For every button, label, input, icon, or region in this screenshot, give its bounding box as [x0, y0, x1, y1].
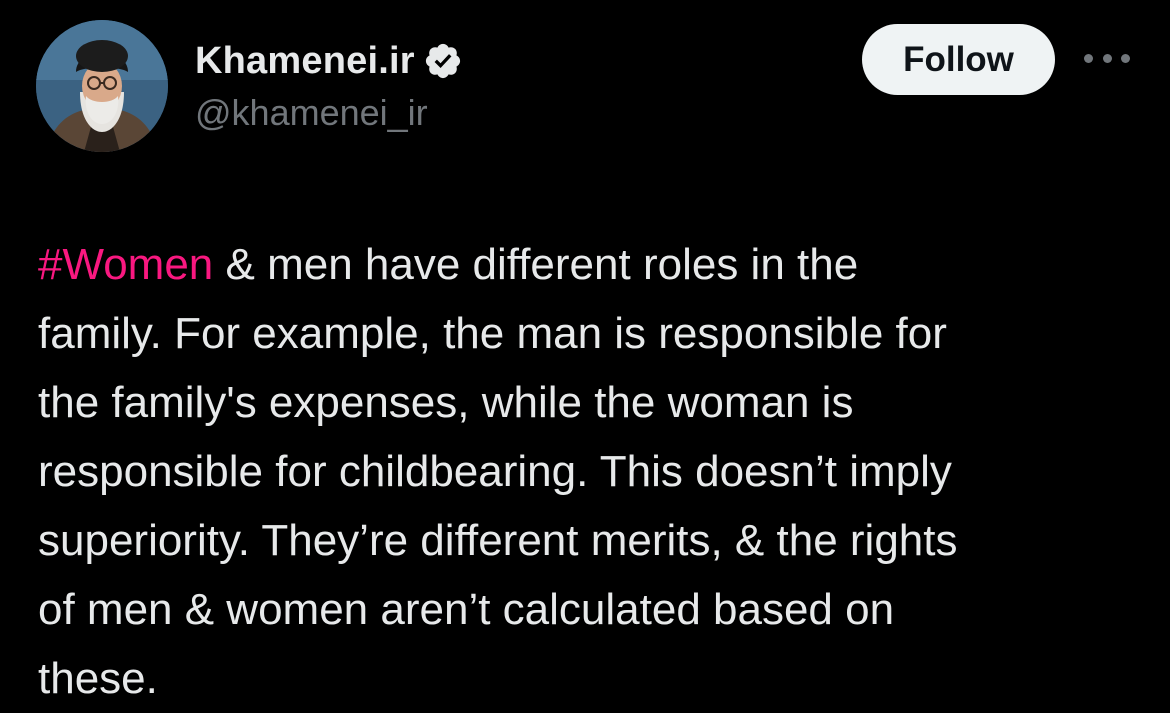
more-horizontal-icon[interactable] — [1084, 46, 1130, 70]
follow-button[interactable]: Follow — [862, 24, 1055, 95]
dot — [1121, 53, 1130, 63]
author-name-row: Khamenei.ir — [195, 38, 463, 84]
tweet-line-2: family. For example, the man is responsi… — [38, 309, 947, 358]
tweet-line-4: responsible for childbearing. This doesn… — [38, 447, 952, 496]
verified-badge-icon[interactable] — [423, 41, 463, 81]
author-handle[interactable]: @khamenei_ir — [195, 92, 428, 134]
hashtag-link[interactable]: #Women — [38, 240, 213, 289]
profile-photo-icon — [36, 20, 168, 152]
dot — [1084, 53, 1093, 63]
tweet-line-5: superiority. They’re different merits, &… — [38, 516, 958, 565]
tweet-line-3: the family's expenses, while the woman i… — [38, 378, 854, 427]
tweet-text: #Women & men have different roles in the… — [38, 230, 1148, 713]
tweet-line-1: #Women & men have different roles in the — [38, 230, 1148, 299]
dot — [1102, 53, 1112, 63]
tweet: Khamenei.ir @khamenei_ir Follow #Women &… — [0, 0, 1170, 707]
avatar[interactable] — [36, 20, 168, 152]
tweet-line-6: of men & women aren’t calculated based o… — [38, 585, 895, 634]
tweet-line-7: these. — [38, 654, 158, 703]
tweet-line-1-text: & men have different roles in the — [213, 240, 859, 289]
author-display-name[interactable]: Khamenei.ir — [195, 40, 415, 83]
